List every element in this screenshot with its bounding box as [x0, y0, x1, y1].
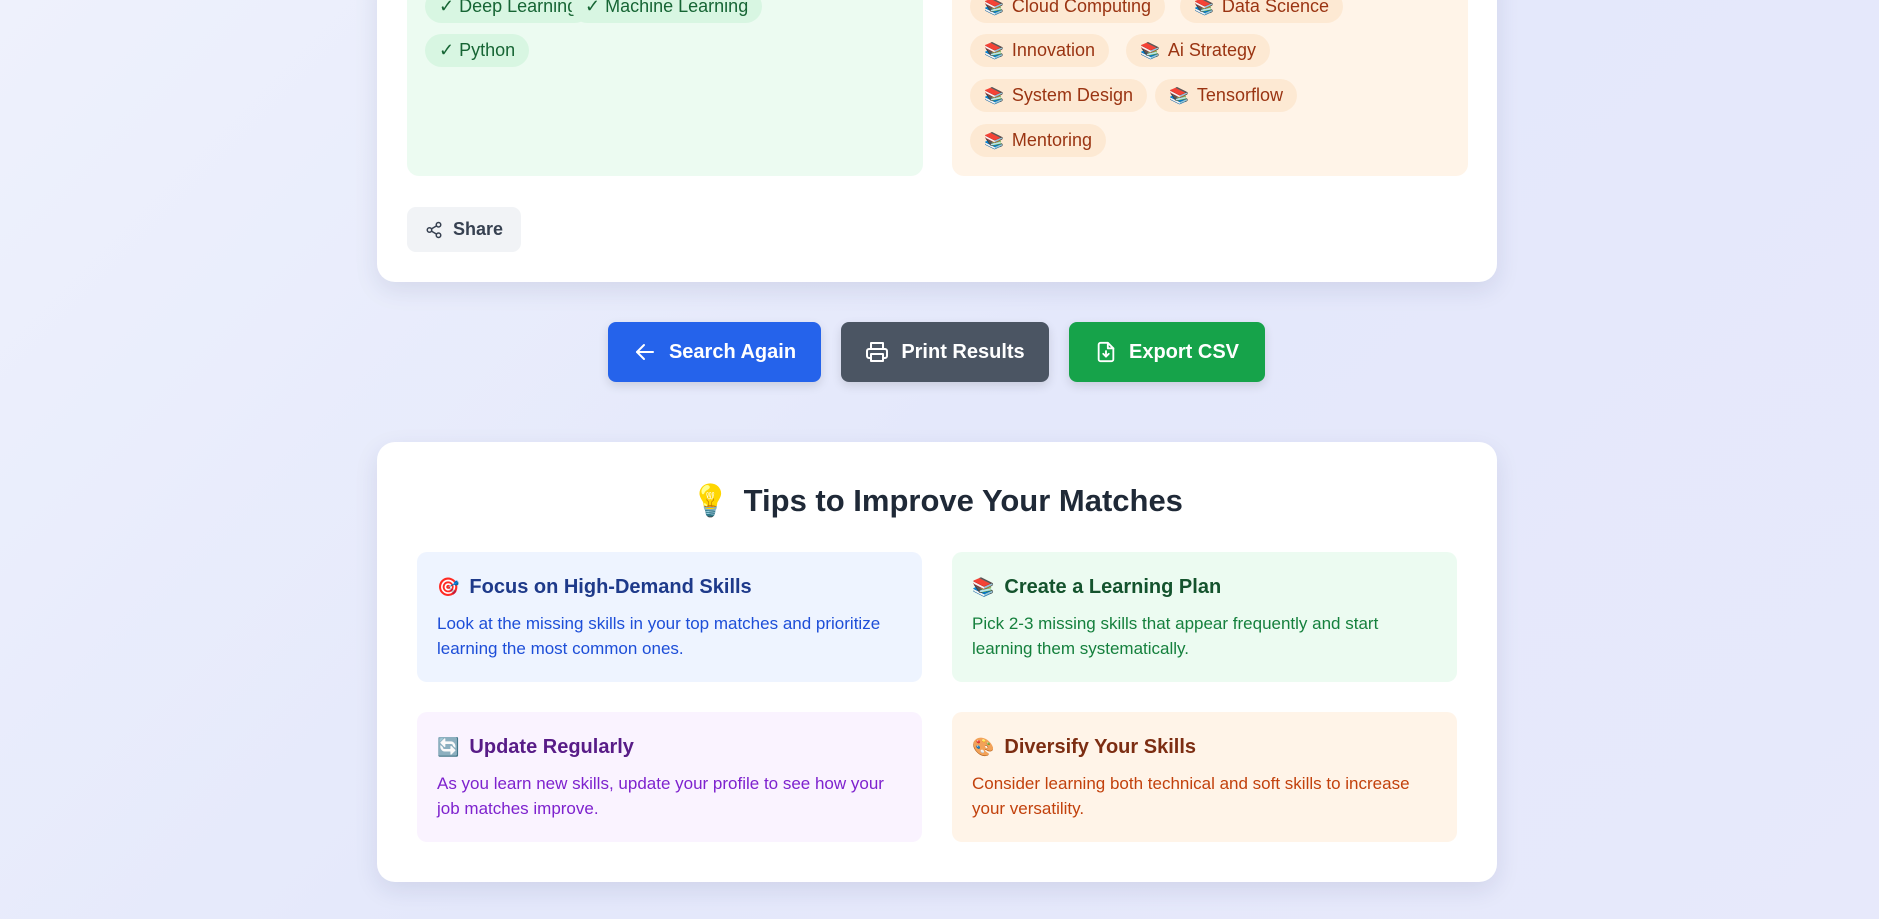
books-icon: 📚	[984, 87, 1004, 105]
tips-title: 💡 Tips to Improve Your Matches	[377, 482, 1497, 519]
tip-card-high-demand-skills: 🎯 Focus on High-Demand Skills Look at the…	[417, 552, 922, 682]
tips-title-text: Tips to Improve Your Matches	[743, 483, 1183, 518]
tip-card-diversify-skills: 🎨 Diversify Your Skills Consider learning…	[952, 712, 1457, 842]
search-again-button[interactable]: Search Again	[608, 322, 821, 382]
tip-card-update-regularly: 🔄 Update Regularly As you learn new skill…	[417, 712, 922, 842]
target-icon: 🎯	[437, 577, 460, 597]
search-again-label: Search Again	[668, 340, 797, 363]
books-icon: 📚	[984, 0, 1004, 16]
skill-label: Innovation	[1011, 40, 1095, 60]
tip-card-learning-plan: 📚 Create a Learning Plan Pick 2-3 missing…	[952, 552, 1457, 682]
matched-skill-chip: ✓ Deep Learning	[425, 0, 592, 23]
missing-skill-chip: 📚 Innovation	[970, 34, 1109, 67]
missing-skill-chip: 📚 Data Science	[1180, 0, 1343, 23]
tip-text: As you learn new skills, update your pro…	[437, 774, 884, 818]
lightbulb-icon: 💡	[691, 483, 730, 518]
skill-label: Machine Learning	[605, 0, 749, 16]
skill-label: Python	[459, 40, 516, 60]
share-button[interactable]: Share	[407, 207, 521, 252]
palette-icon: 🎨	[972, 737, 995, 757]
books-icon: 📚	[984, 132, 1004, 150]
tips-card: 💡 Tips to Improve Your Matches 🎯 Focus on …	[377, 442, 1497, 882]
missing-skills-panel: 📚 Cloud Computing 📚 Data Science 📚 Innovati…	[952, 0, 1468, 176]
books-icon: 📚	[984, 42, 1004, 60]
skill-label: Mentoring	[1011, 130, 1092, 150]
missing-skill-chip: 📚 Ai Strategy	[1126, 34, 1270, 67]
check-icon: ✓	[585, 0, 601, 16]
printer-icon	[866, 342, 889, 362]
books-icon: 📚	[1194, 0, 1214, 16]
skill-label: System Design	[1011, 85, 1133, 105]
tip-text: Look at the missing skills in your top m…	[437, 614, 881, 658]
tip-title: Update Regularly	[469, 736, 634, 758]
results-card: ✓ Deep Learning ✓ Machine Learning ✓ Pyt…	[377, 0, 1497, 282]
refresh-icon: 🔄	[437, 737, 460, 757]
skill-label: Data Science	[1221, 0, 1329, 16]
export-csv-label: Export CSV	[1128, 340, 1240, 363]
arrow-left-icon	[635, 344, 654, 360]
print-results-label: Print Results	[901, 340, 1025, 363]
books-icon: 📚	[972, 577, 995, 597]
skill-label: Cloud Computing	[1011, 0, 1151, 16]
skill-label: Deep Learning	[459, 0, 578, 16]
missing-skill-chip: 📚 Cloud Computing	[970, 0, 1165, 23]
share-label: Share	[452, 219, 504, 239]
missing-skill-chip: 📚 System Design	[970, 79, 1147, 112]
tip-text: Consider learning both technical and sof…	[972, 774, 1410, 818]
matched-skills-panel: ✓ Deep Learning ✓ Machine Learning ✓ Pyt…	[407, 0, 923, 176]
skill-label: Tensorflow	[1196, 85, 1283, 105]
check-icon: ✓	[439, 40, 455, 60]
missing-skill-chip: 📚 Tensorflow	[1155, 79, 1297, 112]
export-csv-button[interactable]: Export CSV	[1069, 322, 1265, 382]
missing-skill-chip: 📚 Mentoring	[970, 124, 1106, 157]
print-results-button[interactable]: Print Results	[841, 322, 1049, 382]
books-icon: 📚	[1169, 87, 1189, 105]
tip-title: Create a Learning Plan	[1004, 576, 1222, 598]
check-icon: ✓	[439, 0, 455, 16]
file-download-icon	[1097, 341, 1115, 363]
tip-title: Focus on High-Demand Skills	[469, 576, 752, 598]
share-icon	[426, 221, 442, 238]
matched-skill-chip: ✓ Python	[425, 34, 530, 67]
tip-text: Pick 2-3 missing skills that appear freq…	[972, 614, 1379, 658]
books-icon: 📚	[1140, 42, 1160, 60]
skill-label: Ai Strategy	[1167, 40, 1256, 60]
tip-title: Diversify Your Skills	[1004, 736, 1196, 758]
matched-skill-chip: ✓ Machine Learning	[571, 0, 763, 23]
